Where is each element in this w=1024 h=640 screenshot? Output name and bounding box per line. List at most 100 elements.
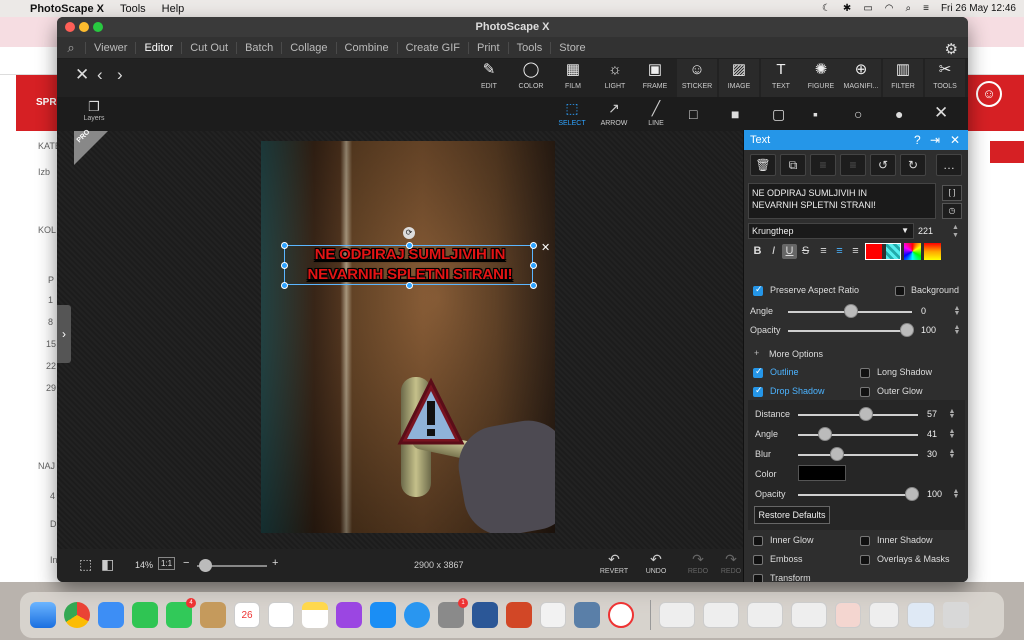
layers-button[interactable]: ❐ Layers (77, 99, 111, 122)
angle-slider-knob[interactable] (844, 304, 858, 318)
stepper-icon[interactable]: ▲ ▼ (952, 224, 959, 240)
datetime[interactable]: Fri 26 May 12:46 (941, 3, 1016, 14)
menu-tools[interactable]: Tools (120, 3, 146, 15)
resize-handle[interactable] (281, 282, 288, 289)
underline-icon[interactable]: U (782, 244, 797, 259)
square-outline-icon[interactable]: □ (689, 106, 697, 122)
undo-button[interactable]: ↶ UNDO (639, 551, 673, 575)
plus-icon[interactable]: + (754, 348, 759, 358)
rounded-square-outline-icon[interactable]: ▢ (772, 106, 785, 123)
texture-swatch[interactable] (886, 244, 900, 259)
more-options-button[interactable]: More Options (769, 349, 823, 359)
nav-batch[interactable]: Batch (236, 41, 281, 54)
opacity-slider[interactable] (788, 330, 912, 332)
font-size-field[interactable]: 221 ▲ ▼ (918, 223, 964, 239)
tool-image[interactable]: ▨ IMAGE (719, 59, 759, 97)
compare-icon[interactable]: ◧ (101, 556, 114, 573)
close-icon[interactable]: ✕ (75, 65, 89, 85)
chevron-right-icon[interactable]: › (57, 305, 71, 363)
inner-shadow-checkbox[interactable] (860, 536, 870, 546)
nav-cut-out[interactable]: Cut Out (181, 41, 236, 54)
opacity-value[interactable]: 100 (906, 325, 936, 335)
tool-magnifi[interactable]: ⊕ MAGNIFI... (841, 59, 881, 97)
chevron-right-icon[interactable]: › (117, 65, 123, 85)
ds-blur-knob[interactable] (830, 447, 844, 461)
tool-film[interactable]: ▦ FILM (553, 59, 593, 90)
ds-angle-knob[interactable] (818, 427, 832, 441)
launchpad-icon[interactable] (540, 602, 566, 628)
zoom-in-icon[interactable]: + (272, 557, 278, 569)
dock-window-thumb[interactable] (747, 602, 783, 628)
overlays-checkbox[interactable] (860, 555, 870, 565)
preview-icon[interactable] (574, 602, 600, 628)
resize-handle[interactable] (406, 282, 413, 289)
resize-handle[interactable] (406, 242, 413, 249)
ds-blur-value[interactable]: 30 (907, 449, 937, 459)
photo-image[interactable] (261, 141, 555, 533)
fit-icon[interactable]: ⬚ (79, 556, 92, 573)
ds-opacity-value[interactable]: 100 (912, 489, 942, 499)
calendar-icon[interactable]: 26 (234, 602, 260, 628)
ds-angle-value[interactable]: 41 (907, 429, 937, 439)
select-tool[interactable]: ⬚ SELECT (555, 98, 589, 127)
strikethrough-icon[interactable]: S (798, 244, 813, 259)
angle-stepper-icon[interactable]: ▲ ▼ (953, 305, 961, 317)
mail-icon[interactable] (98, 602, 124, 628)
circle-filled-icon[interactable]: ● (895, 106, 903, 122)
align-right-icon[interactable]: ≡ (848, 244, 863, 259)
battery-icon[interactable]: ▭ (863, 3, 872, 14)
messages-icon[interactable]: 4 (166, 598, 196, 628)
tool-filter[interactable]: ▥ FILTER (883, 59, 923, 97)
contacts-icon[interactable] (200, 602, 226, 628)
ds-distance-value[interactable]: 57 (907, 409, 937, 419)
dock-window-thumb[interactable] (869, 602, 899, 628)
align-left-icon[interactable]: ≡ (816, 244, 831, 259)
moon-icon[interactable]: ☾ (822, 3, 831, 14)
trash-icon[interactable] (943, 602, 969, 628)
dock-window-thumb[interactable] (835, 602, 861, 628)
safari-icon[interactable] (404, 602, 430, 628)
emboss-checkbox[interactable] (753, 555, 763, 565)
menu-app-name[interactable]: PhotoScape X (30, 3, 104, 15)
font-select[interactable]: Krungthep ▼ (748, 223, 914, 239)
bold-icon[interactable]: B (750, 244, 765, 259)
brackets-button[interactable]: [ ] (942, 185, 962, 201)
podcasts-icon[interactable] (336, 602, 362, 628)
tool-edit[interactable]: ✎ EDIT (469, 59, 509, 90)
tool-frame[interactable]: ▣ FRAME (635, 59, 675, 90)
close-window-button[interactable] (65, 22, 75, 32)
dock-window-thumb[interactable] (659, 602, 695, 628)
angle-value[interactable]: 0 (896, 306, 926, 316)
nav-editor[interactable]: Editor (135, 41, 181, 54)
nav-print[interactable]: Print (467, 41, 508, 54)
tool-tools[interactable]: ✂ TOOLS (925, 59, 965, 97)
reminders-icon[interactable] (268, 602, 294, 628)
resize-handle[interactable] (281, 262, 288, 269)
text-content-field[interactable]: NE ODPIRAJ SUMLJIVIH IN NEVARNIH SPLETNI… (748, 183, 936, 219)
send-backward-icon[interactable]: ≡ (840, 154, 866, 176)
rotate-left-icon[interactable]: ↺ (870, 154, 896, 176)
text-object[interactable]: NE ODPIRAJ SUMLJIVIH IN NEVARNIH SPLETNI… (281, 242, 537, 289)
duplicate-icon[interactable]: ⧉ (780, 154, 806, 176)
gradient-swatch[interactable] (924, 243, 941, 260)
drop-shadow-checkbox[interactable] (753, 385, 763, 397)
ds-opacity-stepper-icon[interactable]: ▲ ▼ (952, 488, 960, 500)
finder-icon[interactable] (30, 602, 56, 628)
chrome-icon[interactable] (64, 602, 90, 628)
chevron-left-icon[interactable]: ‹ (97, 65, 103, 85)
resize-handle[interactable] (530, 242, 537, 249)
ds-distance-stepper-icon[interactable]: ▲ ▼ (948, 408, 956, 420)
zoom-slider-knob[interactable] (199, 559, 212, 572)
menu-help[interactable]: Help (162, 3, 185, 15)
arrow-tool[interactable]: ↗ ARROW (597, 98, 631, 127)
rotate-handle-icon[interactable]: ⟳ (403, 227, 415, 239)
ds-angle-slider[interactable] (798, 434, 918, 436)
rotate-right-icon[interactable]: ↻ (900, 154, 926, 176)
outline-checkbox[interactable] (753, 366, 763, 378)
resize-handle[interactable] (530, 282, 537, 289)
line-tool[interactable]: ╱ LINE (639, 98, 673, 127)
system-settings-icon[interactable]: 1 (438, 598, 468, 628)
gear-icon[interactable]: ⚙ (945, 40, 958, 58)
wifi-icon[interactable]: ◠ (885, 3, 894, 14)
warning-sticker[interactable] (396, 377, 466, 451)
